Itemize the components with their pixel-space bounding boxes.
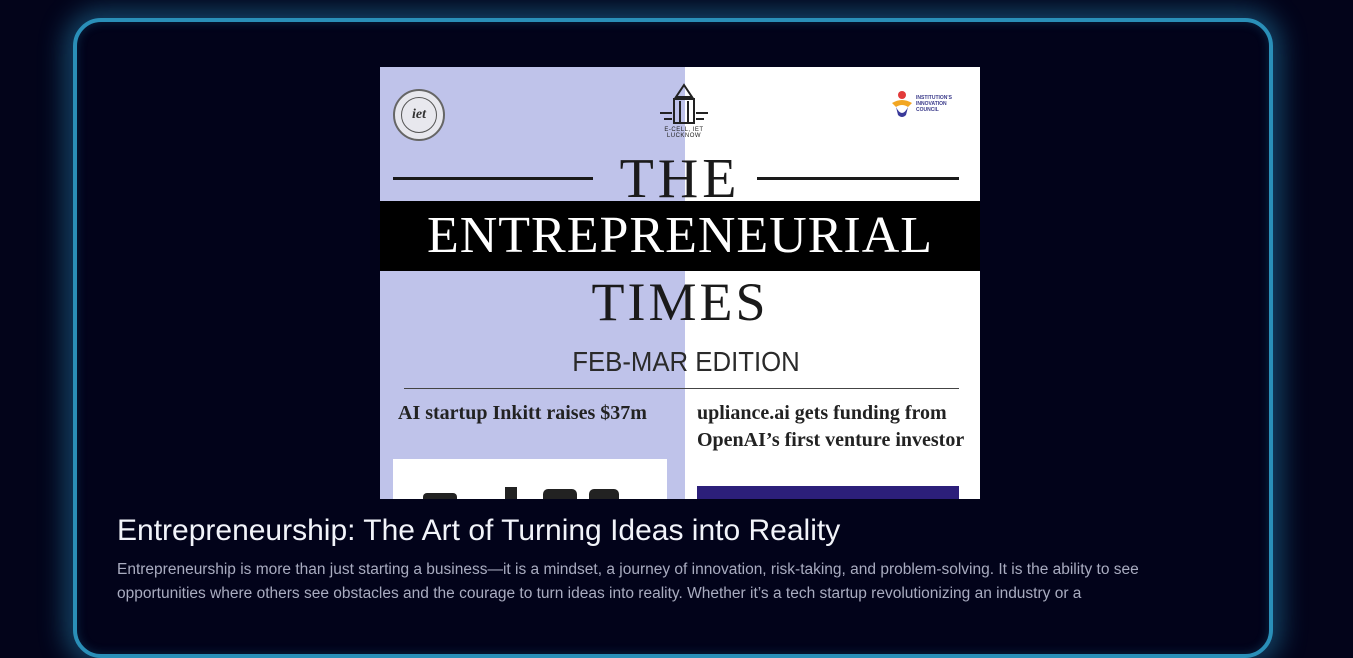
ecell-logo: E-CELL, IET LUCKNOW xyxy=(652,83,716,139)
article-description: Entrepreneurship is more than just start… xyxy=(117,561,1139,602)
poster-image-right xyxy=(697,486,959,499)
iic-figure-icon xyxy=(892,91,912,117)
ecell-logo-caption: E-CELL, IET LUCKNOW xyxy=(664,127,704,139)
article-title[interactable]: Entrepreneurship: The Art of Turning Ide… xyxy=(117,514,840,548)
ecell-building-icon xyxy=(660,83,708,124)
article-card[interactable]: iet E-CELL, IET LUCKNOW INSTITUTION'S IN… xyxy=(73,18,1273,658)
poster-headline-left: AI startup Inkitt raises $37m xyxy=(398,402,647,424)
iic-logo-text: INSTITUTION'S INNOVATION COUNCIL xyxy=(916,95,952,113)
iic-logo: INSTITUTION'S INNOVATION COUNCIL xyxy=(888,89,968,123)
iet-logo-text: iet xyxy=(401,97,437,133)
poster-headline-right: upliance.ai gets funding from OpenAI’s f… xyxy=(697,402,965,451)
inkitt-logo-icon xyxy=(423,487,619,499)
iet-logo: iet xyxy=(393,89,445,141)
poster-edition: FEB-MAR EDITION xyxy=(572,346,800,377)
poster-image-left xyxy=(393,459,667,499)
poster-title-entrepreneurial: ENTREPRENEURIAL xyxy=(380,201,980,271)
poster-title-times: TIMES xyxy=(591,272,769,332)
newsletter-cover-image: iet E-CELL, IET LUCKNOW INSTITUTION'S IN… xyxy=(380,67,980,499)
poster-divider xyxy=(404,388,959,389)
